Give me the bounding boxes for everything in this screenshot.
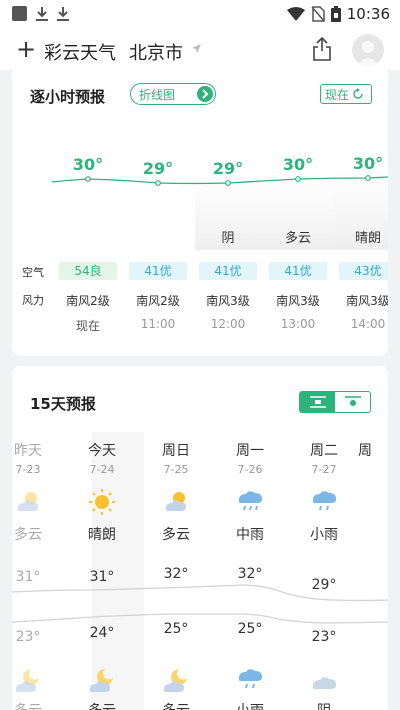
day-condition: 多云 — [14, 527, 42, 543]
day-condition: 小雨 — [310, 527, 338, 543]
share-icon[interactable] — [310, 36, 334, 62]
day-condition: 晴朗 — [88, 527, 116, 543]
avatar[interactable] — [352, 34, 384, 66]
wifi-icon — [286, 7, 305, 21]
day-date: 7-26 — [237, 463, 263, 476]
hourly-condition: 阴 — [221, 231, 235, 246]
day-high-temp: 29° — [311, 577, 337, 593]
hourly-wind: 南风3级 — [206, 294, 250, 308]
aqi-badge: 54良 — [59, 262, 117, 280]
day-date: 7-25 — [163, 463, 189, 476]
hourly-wind: 南风2级 — [66, 294, 110, 308]
night-condition: 多云 — [146, 700, 206, 710]
moon-cloud-icon — [15, 669, 39, 692]
day-low-temp: 23° — [311, 629, 337, 645]
hour-label: 13:00 — [280, 317, 316, 331]
hour-label: 12:00 — [210, 317, 246, 331]
day-low-temp: 23° — [15, 629, 41, 645]
add-city-icon[interactable]: + — [16, 36, 36, 62]
download-icon — [36, 7, 48, 21]
day-date: 7-24 — [89, 463, 115, 476]
hour-label: 现在 — [75, 319, 100, 333]
day-name: 今天 — [88, 443, 116, 459]
night-condition: 阴 — [294, 700, 354, 710]
temperature-point — [155, 180, 161, 186]
night-condition: 小雨 — [220, 700, 280, 710]
clock: 10:36 — [346, 5, 390, 23]
temperature-point — [225, 180, 231, 186]
location-arrow-icon — [192, 44, 201, 53]
day-date: 7-23 — [15, 463, 41, 476]
battery-icon — [330, 6, 341, 22]
day-condition: 多云 — [162, 527, 190, 543]
day-name: 周 — [358, 443, 372, 459]
hourly-condition: 晴朗 — [354, 231, 381, 246]
day-date: 7-27 — [311, 463, 337, 476]
partly-cloudy-icon — [17, 492, 38, 511]
hourly-temp: 30° — [72, 155, 104, 174]
moon-cloud-icon — [89, 669, 113, 692]
hourly-temperature-chart — [51, 172, 388, 250]
hourly-wind: 南风3级 — [346, 294, 388, 308]
hourly-temp: 29° — [212, 159, 244, 178]
day-name: 周一 — [236, 443, 264, 459]
air-quality-label: 空气 — [22, 266, 44, 279]
sun-icon — [89, 489, 115, 515]
rain-cloud-icon — [238, 491, 262, 511]
temperature-point — [85, 176, 91, 182]
app-header: + 彩云天气 北京市 — [0, 30, 400, 70]
partly-cloudy-icon — [165, 492, 186, 511]
daily-forecast-card: 15天预报 昨天 今天 周日 周一 周二 周 7-23 7-24 7-25 7-… — [12, 366, 388, 710]
day-high-temp: 31° — [15, 569, 41, 585]
moon-cloud-icon — [163, 669, 187, 692]
temperature-point — [365, 175, 371, 181]
day-low-temp: 25° — [163, 621, 189, 637]
wind-label: 风力 — [22, 294, 44, 307]
city-name[interactable]: 北京市 — [129, 39, 183, 65]
hourly-condition: 多云 — [284, 231, 311, 246]
hourly-wind: 南风3级 — [276, 294, 320, 308]
night-condition: 多云 — [12, 700, 58, 710]
download-icon — [57, 7, 69, 21]
hourly-forecast-card: 逐小时预报 折线图 现在 30° 29° 29° 30° 30° 阴 多云 晴朗… — [12, 66, 388, 356]
rain-cloud-icon — [312, 491, 336, 511]
hour-label: 11:00 — [140, 317, 176, 331]
day-name: 周二 — [310, 443, 338, 459]
day-high-temp: 32° — [163, 566, 189, 582]
hourly-temp: 30° — [282, 155, 314, 174]
app-title: 彩云天气 — [44, 43, 116, 64]
hourly-temp: 30° — [352, 154, 384, 173]
temperature-point — [295, 176, 301, 182]
aqi-badge: 41优 — [269, 262, 327, 280]
status-bar: 10:36 — [0, 0, 400, 30]
hourly-wind: 南风2级 — [136, 294, 180, 308]
day-low-temp: 25° — [237, 621, 263, 637]
user-icon — [356, 41, 380, 66]
hourly-temp: 29° — [142, 159, 174, 178]
aqi-badge: 43优 — [339, 262, 388, 280]
rain-cloud-icon — [238, 669, 262, 689]
no-sim-icon — [311, 6, 325, 22]
day-name: 周日 — [162, 443, 190, 459]
hour-label: 14:00 — [350, 317, 386, 331]
aqi-badge: 41优 — [129, 262, 187, 280]
day-name: 昨天 — [14, 443, 42, 459]
day-low-temp: 24° — [89, 625, 115, 641]
cloud-icon — [312, 677, 336, 689]
day-condition: 中雨 — [236, 527, 264, 543]
night-condition: 多云 — [72, 700, 132, 710]
aqi-badge: 41优 — [199, 262, 257, 280]
app-notification-icon — [12, 6, 27, 21]
day-high-temp: 32° — [237, 566, 263, 582]
day-high-temp: 31° — [89, 569, 115, 585]
